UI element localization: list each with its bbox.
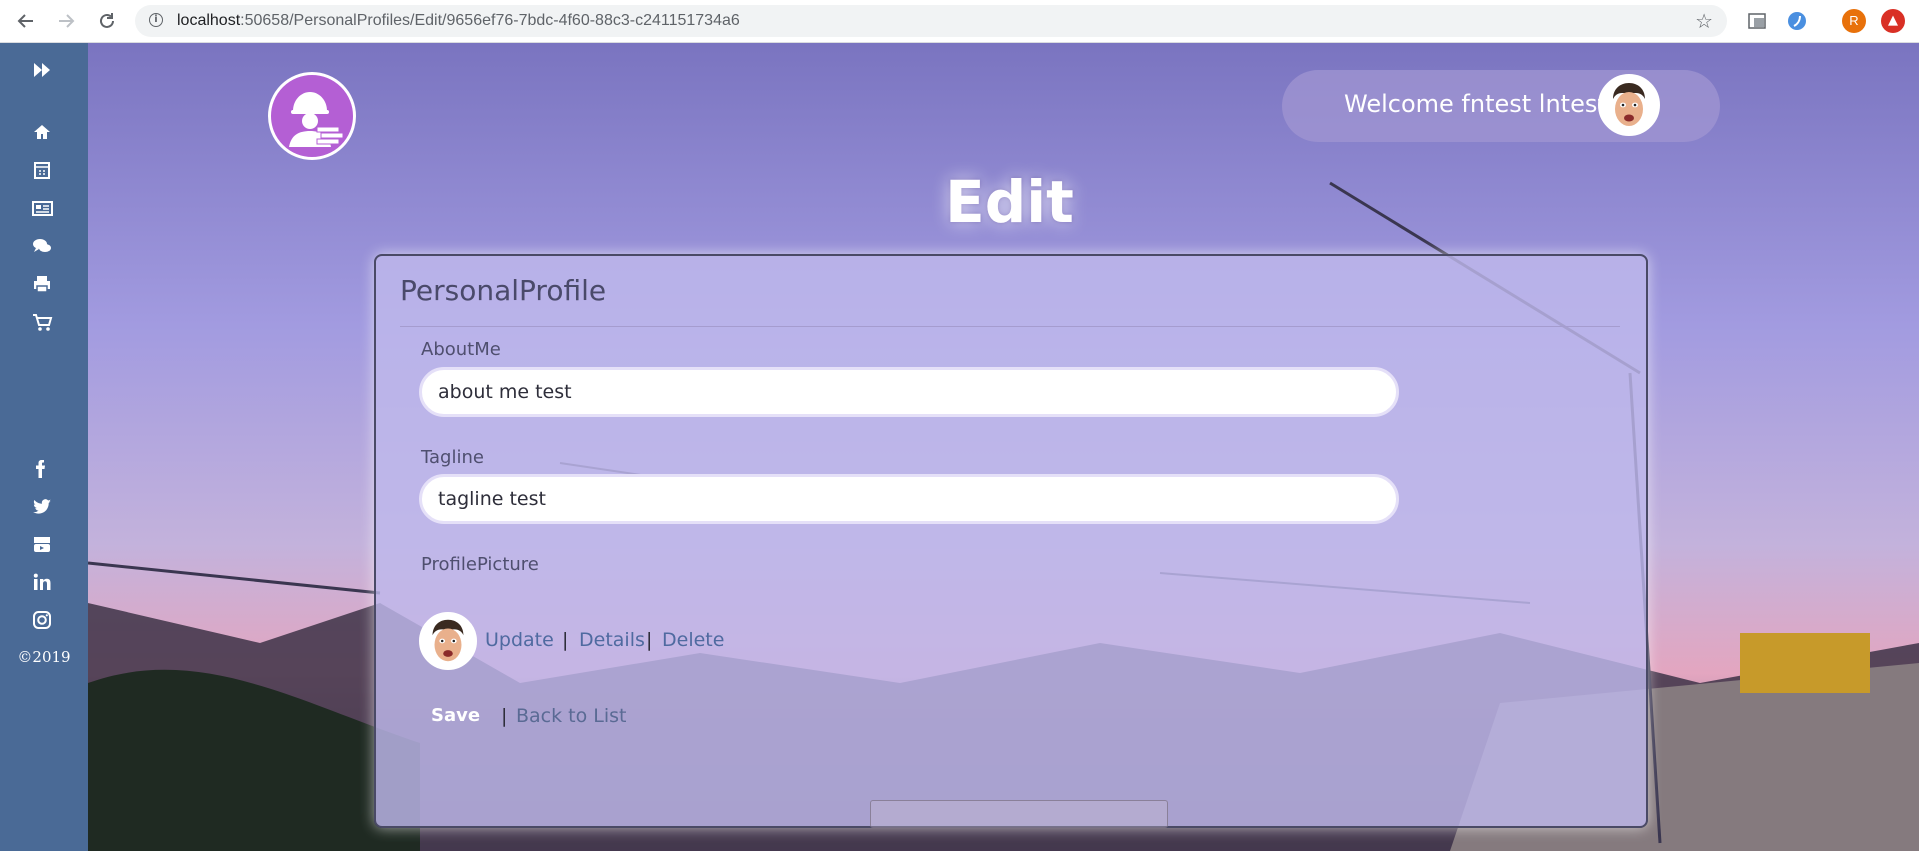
- separator: |: [562, 629, 569, 651]
- home-icon[interactable]: [28, 121, 56, 143]
- user-avatar[interactable]: [1598, 74, 1660, 136]
- star-icon[interactable]: ☆: [1695, 9, 1713, 33]
- update-link[interactable]: Update: [485, 629, 554, 651]
- separator: |: [501, 705, 508, 727]
- tagline-input[interactable]: [419, 474, 1399, 524]
- about-me-label: AboutMe: [421, 339, 501, 360]
- extension-icon-2[interactable]: [1786, 10, 1808, 32]
- construction-worker-icon: [289, 92, 344, 147]
- address-bar[interactable]: i localhost:50658/PersonalProfiles/Edit/…: [135, 5, 1727, 37]
- cart-icon[interactable]: [28, 311, 56, 333]
- extension-icon[interactable]: [1746, 10, 1768, 32]
- user-welcome[interactable]: Welcome fntest lntest: [1282, 70, 1720, 142]
- site-logo[interactable]: [268, 72, 356, 160]
- comments-icon[interactable]: [28, 235, 56, 257]
- update-icon[interactable]: ▲: [1881, 9, 1905, 33]
- instagram-icon[interactable]: [28, 609, 56, 631]
- back-arrow-icon[interactable]: [15, 10, 37, 32]
- delete-link[interactable]: Delete: [662, 629, 724, 651]
- save-button[interactable]: Save: [431, 705, 480, 726]
- info-icon[interactable]: i: [149, 13, 163, 27]
- browser-toolbar: i localhost:50658/PersonalProfiles/Edit/…: [0, 0, 1919, 43]
- page-content: ©2019 Welcome fntest lntest Edit Persona…: [0, 43, 1919, 851]
- youtube-icon[interactable]: [28, 533, 56, 555]
- reload-icon[interactable]: [96, 10, 118, 32]
- about-me-input[interactable]: [419, 367, 1399, 417]
- linkedin-icon[interactable]: [28, 571, 56, 593]
- tagline-label: Tagline: [421, 447, 484, 468]
- print-icon[interactable]: [28, 273, 56, 295]
- twitter-icon[interactable]: [28, 495, 56, 517]
- forward-arrow-icon[interactable]: [55, 10, 77, 32]
- footer-bar: [870, 800, 1168, 828]
- url-text[interactable]: localhost:50658/PersonalProfiles/Edit/96…: [177, 12, 740, 30]
- profile-avatar-icon[interactable]: R: [1842, 9, 1866, 33]
- separator: |: [646, 629, 653, 651]
- facebook-icon[interactable]: [28, 457, 56, 479]
- page-title: Edit: [945, 168, 1074, 236]
- profile-picture-thumbnail: [419, 612, 477, 670]
- details-link[interactable]: Details: [579, 629, 645, 651]
- profile-picture-label: ProfilePicture: [421, 554, 539, 575]
- form-heading: PersonalProfile: [400, 274, 607, 307]
- back-to-list-link[interactable]: Back to List: [516, 705, 627, 727]
- welcome-text: Welcome fntest lntest: [1344, 90, 1607, 118]
- sidebar: ©2019: [0, 43, 88, 851]
- divider: [400, 326, 1620, 327]
- double-chevron-right-icon[interactable]: [28, 59, 56, 81]
- edit-form-card: PersonalProfile AboutMe Tagline ProfileP…: [374, 254, 1648, 828]
- copyright-text: ©2019: [17, 648, 71, 666]
